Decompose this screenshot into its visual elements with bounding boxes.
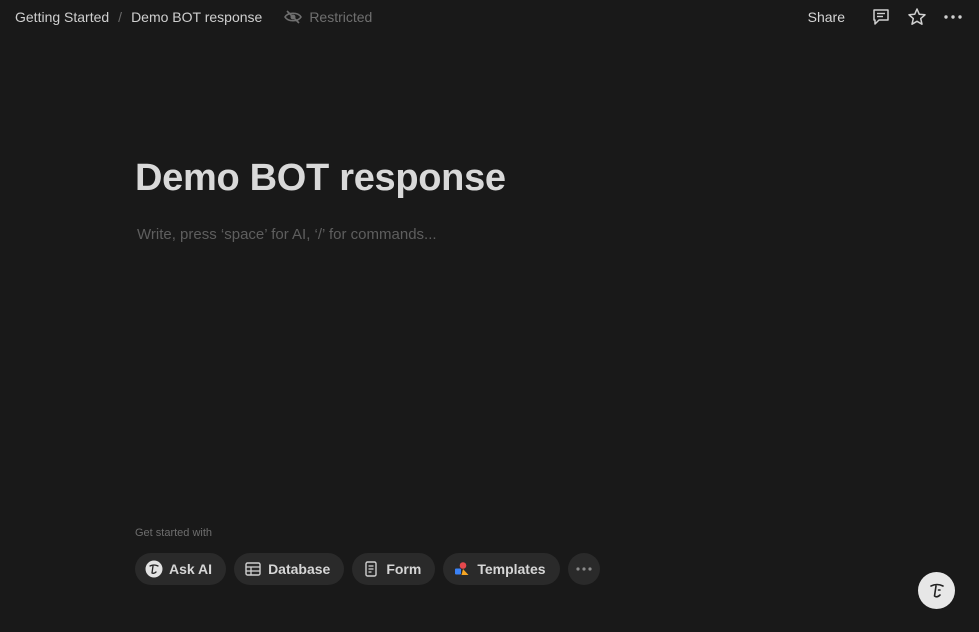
top-bar: Getting Started / Demo BOT response Rest… bbox=[0, 0, 979, 34]
page-title[interactable]: Demo BOT response bbox=[135, 157, 506, 200]
database-button[interactable]: Database bbox=[234, 553, 345, 585]
templates-label: Templates bbox=[477, 561, 546, 577]
ai-face-icon bbox=[929, 583, 944, 598]
restricted-label: Restricted bbox=[309, 9, 373, 25]
breadcrumb-item-current-page[interactable]: Demo BOT response bbox=[131, 9, 262, 25]
more-icon bbox=[575, 567, 592, 571]
ai-assistant-button[interactable] bbox=[918, 572, 955, 609]
content-placeholder[interactable]: Write, press ‘space’ for AI, ‘/’ for com… bbox=[137, 226, 437, 243]
form-button[interactable]: Form bbox=[352, 553, 436, 585]
form-icon bbox=[362, 560, 380, 578]
ask-ai-button[interactable]: Ask AI bbox=[135, 553, 227, 585]
templates-icon bbox=[453, 560, 471, 578]
form-label: Form bbox=[386, 561, 422, 577]
breadcrumb-item-getting-started[interactable]: Getting Started bbox=[15, 9, 109, 25]
database-label: Database bbox=[268, 561, 331, 577]
header-actions: Share bbox=[808, 3, 967, 31]
get-started-options: Ask AI Database Form Templates bbox=[135, 553, 608, 585]
table-icon bbox=[244, 560, 262, 578]
share-button[interactable]: Share bbox=[808, 9, 845, 25]
ai-face-icon bbox=[145, 560, 163, 578]
templates-button[interactable]: Templates bbox=[443, 553, 560, 585]
favorite-button[interactable] bbox=[903, 3, 931, 31]
eye-off-icon bbox=[284, 10, 303, 24]
star-icon bbox=[908, 8, 926, 25]
restricted-indicator[interactable]: Restricted bbox=[284, 9, 372, 25]
more-options-button[interactable] bbox=[939, 3, 967, 31]
breadcrumb: Getting Started / Demo BOT response Rest… bbox=[15, 9, 372, 25]
more-options-chip[interactable] bbox=[567, 553, 600, 585]
breadcrumb-separator: / bbox=[118, 9, 123, 25]
more-icon bbox=[944, 15, 962, 19]
ask-ai-label: Ask AI bbox=[169, 561, 213, 577]
get-started-label: Get started with bbox=[135, 527, 213, 539]
comment-icon bbox=[873, 9, 889, 25]
comments-button[interactable] bbox=[867, 3, 895, 31]
